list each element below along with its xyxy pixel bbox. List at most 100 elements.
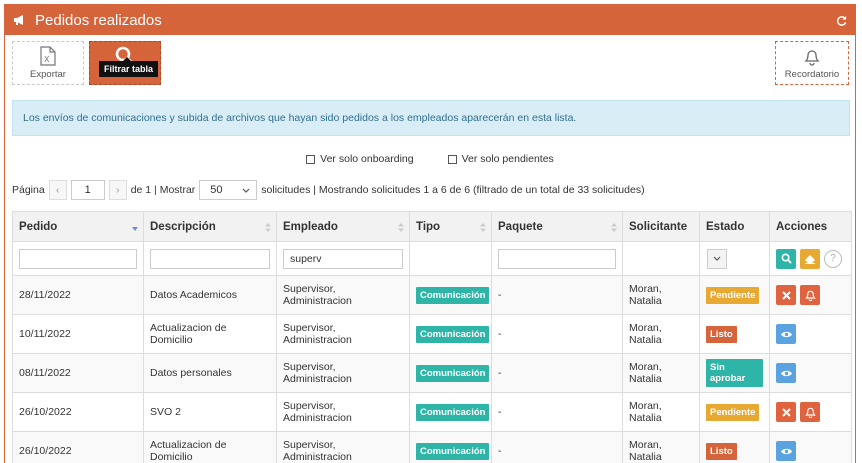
- remind-button[interactable]: [800, 285, 820, 305]
- reminder-button[interactable]: Recordatorio: [775, 41, 849, 85]
- solicitante-cell: Moran, Natalia: [622, 314, 700, 354]
- column-label: Acciones: [776, 220, 828, 233]
- remind-button[interactable]: [800, 402, 820, 422]
- acciones-cell: [769, 275, 852, 315]
- export-button[interactable]: X Exportar: [12, 41, 84, 85]
- empleado-cell: Supervisor, Administracion: [276, 353, 410, 393]
- pedido-filter-input[interactable]: [19, 248, 137, 269]
- sort-icon: [480, 223, 486, 232]
- panel-header: Pedidos realizados: [5, 5, 855, 35]
- eraser-icon: [805, 254, 815, 264]
- descripcion-cell: SVO 2: [143, 392, 277, 432]
- sort-desc-icon: [132, 227, 138, 231]
- column-header-tipo[interactable]: Tipo: [409, 211, 492, 242]
- status-badge: Pendiente: [706, 286, 760, 304]
- tipo-cell: Comunicación: [409, 275, 492, 315]
- tipo-cell: Comunicación: [409, 353, 492, 393]
- filter-cell: [143, 241, 277, 276]
- status-badge: Sin aprobar: [706, 359, 763, 387]
- estado-cell: Listo: [699, 314, 770, 354]
- solicitante-line: Moran,: [629, 361, 662, 373]
- solicitante-line: Natalia: [629, 412, 662, 424]
- svg-text:X: X: [44, 55, 50, 64]
- tipo-badge: Comunicación: [416, 325, 490, 343]
- column-header-solicitante[interactable]: Solicitante: [622, 211, 700, 242]
- view-button[interactable]: [776, 324, 796, 344]
- descripcion-filter-input[interactable]: [150, 248, 270, 269]
- search-button[interactable]: [776, 248, 796, 269]
- column-label: Empleado: [283, 220, 338, 233]
- solicitante-line: Natalia: [629, 373, 662, 385]
- row-actions: [776, 363, 845, 383]
- view-button[interactable]: [776, 441, 796, 461]
- estado-filter-select[interactable]: [707, 248, 727, 269]
- column-label: Solicitante: [629, 220, 688, 233]
- column-header-descripcion[interactable]: Descripción: [143, 211, 277, 242]
- delete-button[interactable]: [776, 285, 796, 305]
- paquete-cell: -: [491, 353, 623, 393]
- column-header-paquete[interactable]: Paquete: [491, 211, 623, 242]
- solicitante-cell: Moran, Natalia: [622, 353, 700, 393]
- tipo-badge: Comunicación: [416, 286, 490, 304]
- tipo-badge: Comunicación: [416, 442, 490, 460]
- paquete-cell: -: [491, 431, 623, 463]
- onboarding-label: Ver solo onboarding: [320, 153, 414, 165]
- descripcion-cell: Datos personales: [143, 353, 277, 393]
- table-header-row: Pedido Descripción Empleado Tipo Paquete…: [12, 211, 852, 242]
- onboarding-checkbox[interactable]: Ver solo onboarding: [306, 153, 414, 165]
- page-title: Pedidos realizados: [35, 11, 162, 29]
- excel-file-icon: X: [39, 46, 57, 66]
- empleado-cell: Supervisor, Administracion: [276, 314, 410, 354]
- pedido-date: 10/11/2022: [12, 314, 144, 354]
- solicitante-line: Natalia: [629, 334, 662, 346]
- filter-cell: [699, 241, 770, 276]
- chevron-down-icon: [713, 256, 721, 261]
- estado-cell: Sin aprobar: [699, 353, 770, 393]
- checkbox-box[interactable]: [306, 154, 316, 164]
- empleado-filter-input[interactable]: superv: [283, 248, 403, 269]
- page-of-text: de 1 | Mostrar: [130, 184, 196, 196]
- close-icon: [781, 407, 791, 417]
- column-label: Paquete: [498, 220, 543, 233]
- export-label: Exportar: [30, 69, 66, 80]
- paquete-filter-input[interactable]: [498, 248, 616, 269]
- next-page-button[interactable]: ›: [108, 180, 127, 200]
- acciones-cell: [769, 314, 852, 354]
- help-icon[interactable]: ?: [824, 249, 842, 268]
- filter-cell: [12, 241, 144, 276]
- reminder-label: Recordatorio: [784, 69, 840, 80]
- estado-cell: Pendiente: [699, 275, 770, 315]
- bell-icon: [804, 407, 816, 418]
- tooltip: Filtrar tabla: [99, 57, 159, 77]
- view-button[interactable]: [776, 363, 796, 383]
- refresh-icon[interactable]: [836, 15, 847, 26]
- solicitante-cell: Moran, Natalia: [622, 275, 700, 315]
- pedido-date: 26/10/2022: [12, 431, 144, 463]
- column-label: Tipo: [416, 220, 441, 233]
- tipo-cell: Comunicación: [409, 314, 492, 354]
- filter-cell: [409, 241, 492, 276]
- column-header-acciones: Acciones: [769, 211, 852, 242]
- checkbox-box[interactable]: [447, 154, 457, 164]
- empleado-cell: Supervisor, Administracion: [276, 392, 410, 432]
- eye-icon: [780, 448, 792, 454]
- status-badge: Listo: [706, 325, 737, 343]
- clear-filters-button[interactable]: [800, 248, 820, 269]
- delete-button[interactable]: [776, 402, 796, 422]
- prev-page-button[interactable]: ‹: [48, 180, 67, 200]
- sort-icon: [611, 223, 617, 232]
- column-header-empleado[interactable]: Empleado: [276, 211, 410, 242]
- tipo-cell: Comunicación: [409, 431, 492, 463]
- row-actions: [776, 402, 845, 422]
- column-header-pedido[interactable]: Pedido: [12, 211, 144, 242]
- descripcion-cell: Actualizacion de Domicilio: [143, 314, 277, 354]
- column-header-estado[interactable]: Estado: [699, 211, 770, 242]
- estado-cell: Listo: [699, 431, 770, 463]
- pending-checkbox[interactable]: Ver solo pendientes: [447, 153, 554, 165]
- page-input[interactable]: 1: [70, 180, 105, 200]
- paquete-cell: -: [491, 392, 623, 432]
- page-size-select[interactable]: 50: [199, 180, 258, 200]
- tipo-badge: Comunicación: [416, 403, 490, 421]
- filter-cell: superv: [276, 241, 410, 276]
- filter-checkboxes: Ver solo onboarding Ver solo pendientes: [5, 153, 855, 165]
